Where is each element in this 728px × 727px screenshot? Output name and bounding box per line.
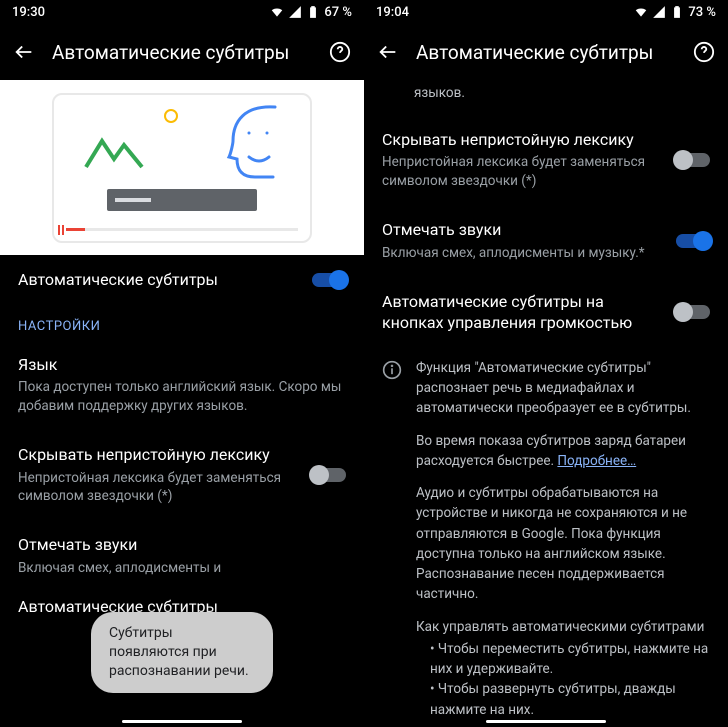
- sun-icon: [164, 109, 178, 123]
- info-bullet-2: Чтобы развернуть субтитры, дважды нажмит…: [430, 679, 710, 720]
- mountain-icon: [84, 133, 154, 173]
- hero-illustration: [0, 80, 364, 255]
- language-sub: Пока доступен только английский язык. Ск…: [18, 378, 346, 416]
- profanity-row[interactable]: Скрывать непристойную лексику Непристойн…: [364, 115, 728, 205]
- phone-right: 19:04 73 % Автоматические субтитры языко…: [364, 0, 728, 727]
- learn-more-link[interactable]: Подробнее…: [557, 453, 636, 469]
- section-header-settings: НАСТРОЙКИ: [0, 305, 364, 340]
- nav-handle[interactable]: [486, 720, 606, 723]
- profanity-sub: Непристойная лексика будет заменяться си…: [382, 153, 664, 191]
- page-title: Автоматические субтитры: [416, 41, 676, 64]
- profanity-row[interactable]: Скрывать непристойную лексику Непристойн…: [0, 430, 364, 520]
- info-p1: Функция "Автоматические субтитры" распоз…: [416, 358, 710, 419]
- status-bar: 19:30 67 %: [0, 0, 364, 24]
- signal-icon: [288, 5, 302, 19]
- battery-icon: [306, 5, 320, 19]
- back-button[interactable]: [376, 40, 400, 64]
- sounds-title: Отмечать звуки: [18, 534, 346, 556]
- wifi-icon: [634, 5, 648, 19]
- wifi-icon: [270, 5, 284, 19]
- info-p2: Во время показа субтитров заряд батареи …: [416, 431, 710, 472]
- language-row[interactable]: Язык Пока доступен только английский язы…: [0, 340, 364, 430]
- status-right: 67 %: [270, 5, 352, 20]
- volume-toggle[interactable]: [676, 305, 710, 319]
- arrow-left-icon: [377, 41, 399, 63]
- main-switch-label: Автоматические субтитры: [18, 269, 300, 291]
- main-switch-toggle[interactable]: [312, 273, 346, 287]
- profanity-title: Скрывать непристойную лексику: [18, 444, 300, 466]
- info-icon: [382, 360, 402, 380]
- profanity-toggle[interactable]: [312, 468, 346, 482]
- back-button[interactable]: [12, 40, 36, 64]
- arrow-left-icon: [13, 41, 35, 63]
- phone-left: 19:30 67 % Автоматические субтитры: [0, 0, 364, 727]
- volume-title: Автоматические субтитры на кнопках управ…: [382, 291, 664, 334]
- progress-bar: [66, 228, 298, 231]
- profanity-title: Скрывать непристойную лексику: [382, 129, 664, 151]
- battery-icon: [670, 5, 684, 19]
- info-bullet-1: Чтобы переместить субтитры, нажмите на н…: [430, 639, 710, 680]
- help-icon: [693, 41, 715, 63]
- sounds-toggle[interactable]: [676, 234, 710, 248]
- info-block: Функция "Автоматические субтитры" распоз…: [364, 348, 728, 727]
- content-scroll[interactable]: языков. Скрывать непристойную лексику Не…: [364, 80, 728, 727]
- sounds-sub-partial: Включая смех, аплодисменты и: [18, 559, 346, 578]
- info-text: Функция "Автоматические субтитры" распоз…: [416, 358, 710, 720]
- nav-handle[interactable]: [122, 720, 242, 723]
- status-right: 73 %: [634, 5, 716, 20]
- help-button[interactable]: [328, 40, 352, 64]
- help-icon: [329, 41, 351, 63]
- profanity-sub: Непристойная лексика будет заменяться си…: [18, 469, 300, 507]
- app-bar: Автоматические субтитры: [0, 24, 364, 80]
- help-button[interactable]: [692, 40, 716, 64]
- info-bullets: Чтобы переместить субтитры, нажмите на н…: [416, 639, 710, 720]
- info-p3: Аудио и субтитры обрабатываются на устро…: [416, 483, 710, 605]
- language-tail: языков.: [364, 80, 728, 115]
- volume-row[interactable]: Автоматические субтитры на кнопках управ…: [364, 277, 728, 348]
- caption-preview: [107, 189, 257, 211]
- face-icon: [225, 103, 285, 193]
- sounds-title: Отмечать звуки: [382, 219, 664, 241]
- page-title: Автоматические субтитры: [52, 41, 312, 64]
- app-bar: Автоматические субтитры: [364, 24, 728, 80]
- status-bar: 19:04 73 %: [364, 0, 728, 24]
- signal-icon: [652, 5, 666, 19]
- main-switch-row[interactable]: Автоматические субтитры: [0, 255, 364, 305]
- profanity-toggle[interactable]: [676, 153, 710, 167]
- language-title: Язык: [18, 354, 346, 376]
- sounds-sub: Включая смех, аплодисменты и музыку.*: [382, 244, 664, 263]
- status-time: 19:30: [12, 5, 45, 20]
- status-time: 19:04: [376, 5, 409, 20]
- toast: Субтитры появляются при распознавании ре…: [91, 612, 273, 693]
- battery-text: 73 %: [688, 5, 716, 20]
- sounds-row[interactable]: Отмечать звуки Включая смех, аплодисмент…: [0, 520, 364, 579]
- sounds-row[interactable]: Отмечать звуки Включая смех, аплодисмент…: [364, 205, 728, 276]
- info-p4: Как управлять автоматическими субтитрами: [416, 617, 710, 637]
- battery-text: 67 %: [324, 5, 352, 20]
